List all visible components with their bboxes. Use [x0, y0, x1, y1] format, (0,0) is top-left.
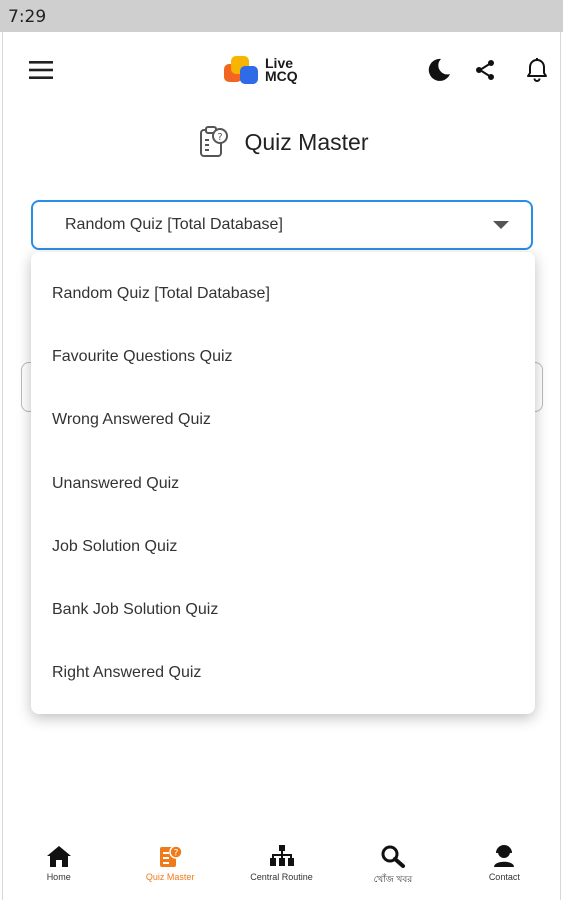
dark-mode-moon-icon	[428, 58, 450, 81]
app-screen: Live MCQ ? Quiz Master Random Quiz [Tota…	[2, 32, 561, 900]
logo-line-mcq: MCQ	[265, 68, 298, 84]
page-title: Quiz Master	[244, 128, 369, 155]
hamburger-menu-button[interactable]	[23, 52, 59, 88]
nav-label-home: Home	[46, 872, 71, 882]
app-logo: Live MCQ	[223, 54, 298, 86]
svg-text:?: ?	[217, 132, 222, 143]
dropdown-option-favourite-questions-quiz[interactable]: Favourite Questions Quiz	[31, 325, 535, 388]
nav-label-khoj-khobor: খোঁজ খবর	[373, 874, 413, 884]
notifications-button[interactable]	[519, 52, 555, 88]
quiz-clipboard-icon: ?	[199, 126, 228, 157]
nav-item-contact[interactable]: Contact	[449, 830, 560, 900]
hamburger-menu-icon	[29, 61, 53, 79]
share-icon	[476, 60, 494, 80]
live-mcq-logo-icon	[223, 54, 259, 86]
dropdown-option-wrong-answered-quiz[interactable]: Wrong Answered Quiz	[31, 389, 535, 452]
notification-bell-icon	[527, 58, 547, 82]
dropdown-option-bank-job-solution-quiz[interactable]: Bank Job Solution Quiz	[31, 578, 535, 641]
nav-item-khoj-khobor[interactable]: খোঁজ খবর	[337, 830, 448, 900]
status-bar: 7:29	[0, 0, 563, 32]
quiz-type-selected-value: Random Quiz [Total Database]	[65, 216, 283, 233]
nav-item-quiz-master[interactable]: ? Quiz Master	[114, 830, 225, 900]
dark-mode-toggle[interactable]	[421, 52, 457, 88]
bottom-navigation: Home ? Quiz Master Central Routine খোঁজ …	[3, 830, 560, 900]
page-header: ? Quiz Master	[3, 122, 560, 162]
home-icon	[46, 846, 71, 867]
chevron-down-icon	[493, 221, 509, 229]
search-icon	[381, 845, 405, 868]
quiz-type-dropdown-menu: Random Quiz [Total Database] Favourite Q…	[31, 252, 535, 714]
nav-item-central-routine[interactable]: Central Routine	[226, 830, 337, 900]
dropdown-option-unanswered-quiz[interactable]: Unanswered Quiz	[31, 452, 535, 515]
nav-label-contact: Contact	[488, 872, 520, 882]
dropdown-option-right-answered-quiz[interactable]: Right Answered Quiz	[31, 642, 535, 705]
routine-icon	[269, 845, 294, 866]
status-time: 7:29	[8, 7, 47, 27]
share-button[interactable]	[467, 52, 503, 88]
nav-label-quiz-master: Quiz Master	[145, 872, 195, 882]
logo-wordmark: Live MCQ	[265, 56, 298, 84]
dropdown-option-random-quiz[interactable]: Random Quiz [Total Database]	[31, 262, 535, 325]
app-bar: Live MCQ	[3, 32, 560, 108]
quiz-type-select[interactable]: Random Quiz [Total Database]	[31, 200, 533, 250]
dropdown-option-job-solution-quiz[interactable]: Job Solution Quiz	[31, 515, 535, 578]
nav-label-central-routine: Central Routine	[250, 872, 313, 882]
quiz-icon: ?	[160, 845, 183, 867]
contact-icon	[494, 845, 515, 867]
svg-text:?: ?	[174, 849, 179, 859]
nav-item-home[interactable]: Home	[3, 830, 114, 900]
